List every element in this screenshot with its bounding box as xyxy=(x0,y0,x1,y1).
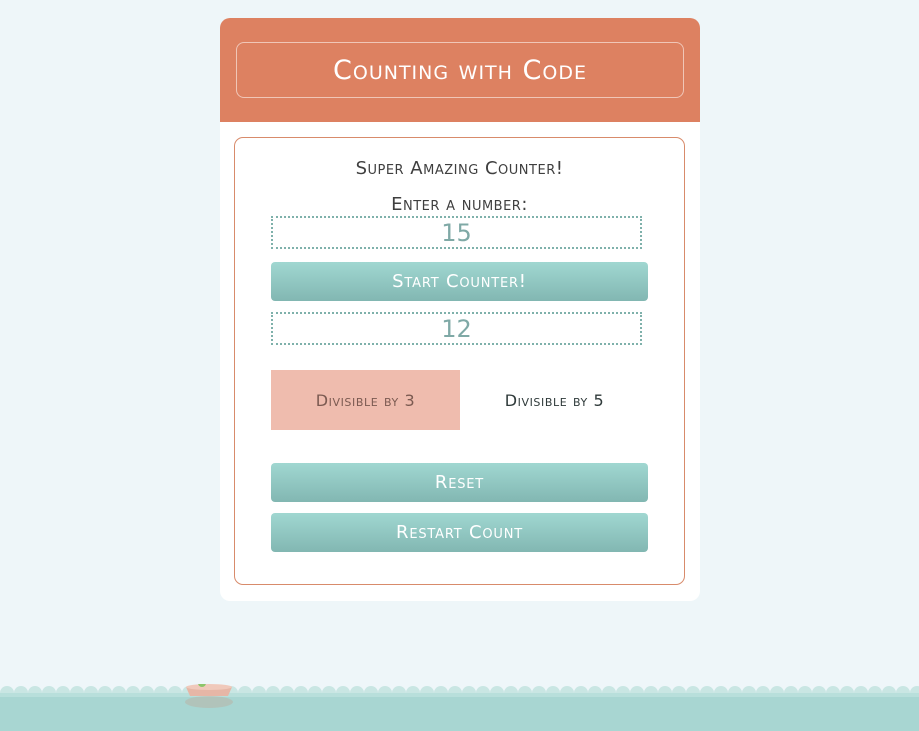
reset-button[interactable]: Reset xyxy=(271,463,648,502)
wave-line xyxy=(0,693,919,697)
divisible-by-5-badge: Divisible by 5 xyxy=(504,390,605,410)
start-counter-button[interactable]: Start Counter! xyxy=(271,262,648,301)
counter-panel: Super Amazing Counter! Enter a number: S… xyxy=(234,137,685,585)
counter-card: Counting with Code Super Amazing Counter… xyxy=(220,18,700,601)
card-header: Counting with Code xyxy=(220,18,700,122)
number-prompt-label: Enter a number: xyxy=(391,194,528,215)
water-decoration xyxy=(0,684,919,731)
page: Counting with Code Super Amazing Counter… xyxy=(0,0,919,731)
counter-display: 12 xyxy=(271,312,642,345)
number-input[interactable] xyxy=(271,216,642,249)
counter-subtitle: Super Amazing Counter! xyxy=(355,158,564,179)
boat-icon xyxy=(185,684,233,708)
water-surface xyxy=(0,693,919,731)
page-title: Counting with Code xyxy=(236,42,684,98)
divisible-by-3-badge: Divisible by 3 xyxy=(271,370,460,430)
restart-count-button[interactable]: Restart Count xyxy=(271,513,648,552)
